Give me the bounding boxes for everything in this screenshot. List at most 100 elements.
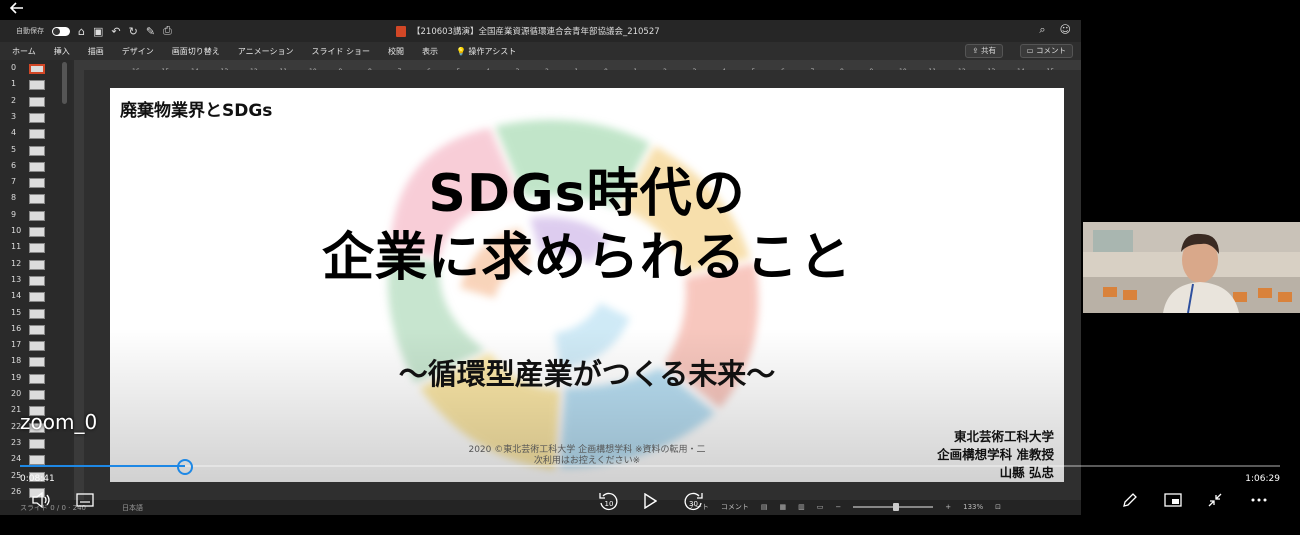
progress-track[interactable]: [20, 465, 1280, 467]
print-icon[interactable]: ⎙: [163, 24, 172, 38]
slide-thumbnail[interactable]: 8: [0, 191, 72, 207]
slide-thumbnail-image: [29, 112, 45, 123]
slide-thumbnail-image: [29, 455, 45, 466]
arrow-left-icon[interactable]: [9, 0, 32, 18]
slide-thumbnail[interactable]: 0: [0, 61, 72, 77]
slide-thumbnail[interactable]: 17: [0, 338, 72, 354]
progress-fill: [20, 465, 185, 467]
slide-thumbnail-number: 0: [11, 63, 17, 72]
collapse-icon[interactable]: [1205, 490, 1225, 510]
rewind-10-button[interactable]: 10: [596, 490, 620, 512]
slide-thumbnail[interactable]: 6: [0, 159, 72, 175]
slide-thumbnail[interactable]: 9: [0, 208, 72, 224]
tab-review[interactable]: 校閲: [388, 46, 404, 57]
slide-thumbnail[interactable]: 18: [0, 354, 72, 370]
slide-thumbnail[interactable]: 7: [0, 175, 72, 191]
sorter-view-icon[interactable]: ▦: [779, 503, 786, 511]
slide-thumbnail-number: 2: [11, 95, 17, 105]
pen-icon[interactable]: [1120, 490, 1140, 510]
title-bar: 自動保存 ⌂ ▣ ↶ ↻ ✎ ⎙ 【210603講演】全国産業資源循環連合会青年…: [0, 20, 1081, 42]
zoom-out-icon[interactable]: −: [835, 503, 841, 511]
normal-view-icon[interactable]: ▤: [761, 503, 768, 511]
forward-label: 30: [689, 500, 698, 508]
slide-thumbnail[interactable]: 5: [0, 143, 72, 159]
slide-thumbnails-pane[interactable]: 0 1 2 3 4 5 6 7 8 9 10 11 12 13 14 15 16 17 18 19 20 21 22 23 24…: [0, 60, 72, 500]
redo-icon[interactable]: ↻: [129, 25, 138, 38]
slide-thumbnail[interactable]: 2: [0, 94, 72, 110]
tab-transitions[interactable]: 画面切り替え: [172, 46, 220, 57]
slide-thumbnail[interactable]: 10: [0, 224, 72, 240]
search-icon[interactable]: ⌕: [1039, 23, 1045, 37]
tab-design[interactable]: デザイン: [122, 46, 154, 57]
tab-view[interactable]: 表示: [422, 46, 438, 57]
slide-thumbnail[interactable]: 15: [0, 306, 72, 322]
tab-slideshow[interactable]: スライド ショー: [311, 46, 370, 57]
presenter-info: 東北芸術工科大学 企画構想学科 准教授 山縣 弘忠: [937, 428, 1054, 482]
slide-thumbnail-image: [29, 390, 45, 400]
slide-thumbnail[interactable]: 16: [0, 322, 72, 338]
slide-thumbnail-image: [29, 373, 45, 384]
autosave-label: 自動保存: [16, 27, 44, 35]
slide-thumbnail-image: [29, 194, 45, 205]
tab-animations[interactable]: アニメーション: [238, 46, 294, 57]
captions-icon[interactable]: [74, 490, 96, 510]
slide-thumbnail-number: 15: [11, 307, 22, 317]
document-title: 【210603講演】全国産業資源循環連合会青年部協議会_210527: [396, 20, 660, 42]
slide-thumbnail[interactable]: 11: [0, 240, 72, 256]
progress-knob[interactable]: [176, 459, 193, 475]
horizontal-ruler: 1615141312111098765432101234567891011121…: [74, 60, 1081, 75]
account-icon[interactable]: ☺: [1060, 23, 1071, 37]
comments-button[interactable]: コメント: [721, 502, 749, 512]
slide-thumbnail-number: 17: [11, 340, 22, 350]
webcam-feed: [1083, 222, 1300, 313]
slide-thumbnail-image: [29, 161, 45, 172]
slideshow-view-icon[interactable]: ▭: [817, 503, 824, 511]
slide-thumbnail[interactable]: 3: [0, 110, 72, 126]
reading-view-icon[interactable]: ▥: [798, 503, 805, 511]
slide-thumbnail[interactable]: 19: [0, 371, 72, 387]
autosave-toggle[interactable]: [52, 26, 70, 36]
slide-thumbnail-image: [29, 259, 45, 270]
share-button[interactable]: ⇪ 共有: [965, 44, 1003, 58]
slide-thumbnail-image: [29, 96, 45, 107]
home-icon[interactable]: ⌂: [78, 25, 85, 38]
slide-thumbnail[interactable]: 4: [0, 126, 72, 142]
slide-thumbnail[interactable]: 1: [0, 77, 72, 93]
zoom-label: zoom_0: [20, 410, 98, 434]
picture-in-picture-icon[interactable]: [1162, 490, 1184, 510]
undo-icon[interactable]: ↶: [111, 25, 120, 38]
vertical-ruler: [74, 70, 84, 500]
tab-insert[interactable]: 挿入: [54, 46, 70, 57]
slide-title-line1: SDGs時代の: [428, 164, 746, 224]
forward-30-button[interactable]: 30: [682, 490, 706, 512]
status-bar: スライド 0 / 0 · 240 日本語 ノート コメント ▤ ▦ ▥ ▭ − …: [0, 500, 1081, 515]
tab-home[interactable]: ホーム: [12, 46, 36, 57]
save-icon[interactable]: ▣: [93, 25, 103, 38]
speaker-webcam: [1083, 222, 1300, 313]
zoom-slider[interactable]: [853, 503, 934, 511]
slide-thumbnail[interactable]: 12: [0, 257, 72, 273]
presenter-department: 企画構想学科 准教授: [937, 447, 1054, 462]
slide-copyright: 2020 ©東北芸術工科大学 企画構想学科 ※資料の転用・二 次利用はお控えくだ…: [422, 445, 752, 467]
slide-thumbnail[interactable]: 13: [0, 273, 72, 289]
slide-thumbnail-number: 12: [11, 258, 22, 268]
play-icon[interactable]: [640, 492, 660, 510]
slide-thumbnail[interactable]: 23: [0, 436, 72, 452]
slide-thumbnail[interactable]: 20: [0, 387, 72, 403]
share-label: 共有: [981, 46, 996, 55]
fit-slide-icon[interactable]: ⊡: [995, 503, 1001, 511]
tab-draw[interactable]: 描画: [88, 46, 104, 57]
more-icon[interactable]: [1248, 490, 1270, 510]
tab-tell-me[interactable]: 💡 操作アシスト: [456, 46, 516, 57]
zoom-in-icon[interactable]: +: [945, 503, 951, 511]
slide-thumbnail-number: 6: [11, 160, 17, 170]
slide-thumbnail[interactable]: 14: [0, 289, 72, 305]
tell-me-label: 操作アシスト: [468, 46, 517, 56]
comment-button[interactable]: ▭ コメント: [1019, 44, 1073, 58]
slide-thumbnail-number: 16: [11, 323, 22, 333]
status-language: 日本語: [122, 504, 143, 512]
volume-icon[interactable]: [30, 490, 52, 510]
current-time: 0:08:41: [20, 474, 55, 484]
slide-thumbnail-image: [29, 227, 45, 237]
edit-icon[interactable]: ✎: [146, 25, 155, 38]
